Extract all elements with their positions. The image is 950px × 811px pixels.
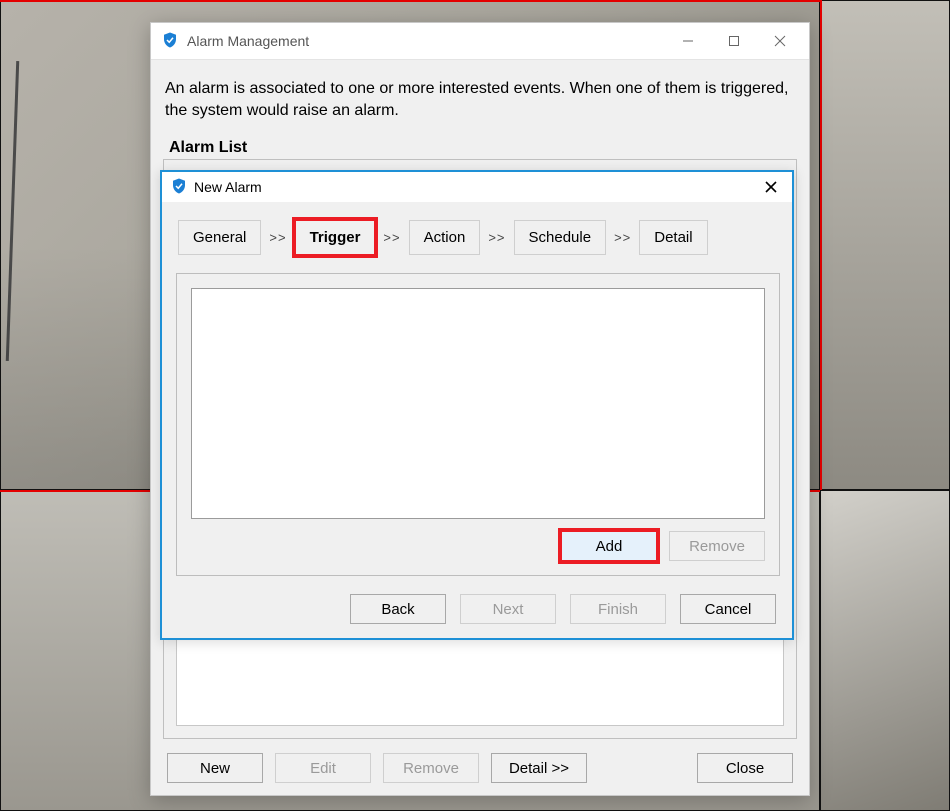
alarm-list[interactable] [176, 630, 784, 726]
window-title: New Alarm [194, 179, 262, 195]
finish-button[interactable]: Finish [570, 594, 666, 624]
dialog-body: General >> Trigger >> Action >> Schedule… [162, 202, 792, 638]
step-separator: >> [267, 230, 288, 245]
step-schedule[interactable]: Schedule [514, 220, 607, 255]
minimize-button[interactable] [665, 26, 711, 56]
wizard-steps: General >> Trigger >> Action >> Schedule… [176, 218, 780, 273]
app-icon [161, 31, 179, 52]
remove-button[interactable]: Remove [669, 531, 765, 561]
window-title: Alarm Management [187, 33, 309, 49]
step-trigger[interactable]: Trigger [295, 220, 376, 255]
add-button[interactable]: Add [561, 531, 657, 561]
edit-button[interactable]: Edit [275, 753, 371, 783]
titlebar[interactable]: New Alarm [162, 172, 792, 202]
close-button[interactable]: Close [697, 753, 793, 783]
close-button[interactable] [757, 26, 803, 56]
step-detail[interactable]: Detail [639, 220, 707, 255]
new-alarm-dialog: New Alarm General >> Trigger >> Action >… [160, 170, 794, 640]
camera-feed [820, 490, 950, 811]
step-action[interactable]: Action [409, 220, 481, 255]
step-separator: >> [381, 230, 402, 245]
wizard-nav-row: Back Next Finish Cancel [176, 594, 780, 624]
next-button[interactable]: Next [460, 594, 556, 624]
divider-line [820, 0, 822, 490]
close-button[interactable] [756, 175, 786, 199]
detail-button[interactable]: Detail >> [491, 753, 587, 783]
step-separator: >> [612, 230, 633, 245]
camera-feed [820, 0, 950, 490]
app-icon [170, 177, 188, 198]
divider-line [0, 0, 820, 2]
intro-text: An alarm is associated to one or more in… [163, 78, 797, 139]
maximize-button[interactable] [711, 26, 757, 56]
titlebar[interactable]: Alarm Management [151, 23, 809, 59]
parent-button-row: New Edit Remove Detail >> Close [163, 753, 797, 783]
alarm-list-label: Alarm List [163, 139, 797, 157]
new-button[interactable]: New [167, 753, 263, 783]
step-separator: >> [486, 230, 507, 245]
cancel-button[interactable]: Cancel [680, 594, 776, 624]
remove-button[interactable]: Remove [383, 753, 479, 783]
back-button[interactable]: Back [350, 594, 446, 624]
trigger-content-panel: Add Remove [176, 273, 780, 576]
trigger-list[interactable] [191, 288, 765, 519]
window-controls [665, 26, 803, 56]
step-general[interactable]: General [178, 220, 261, 255]
list-button-row: Add Remove [191, 519, 765, 561]
